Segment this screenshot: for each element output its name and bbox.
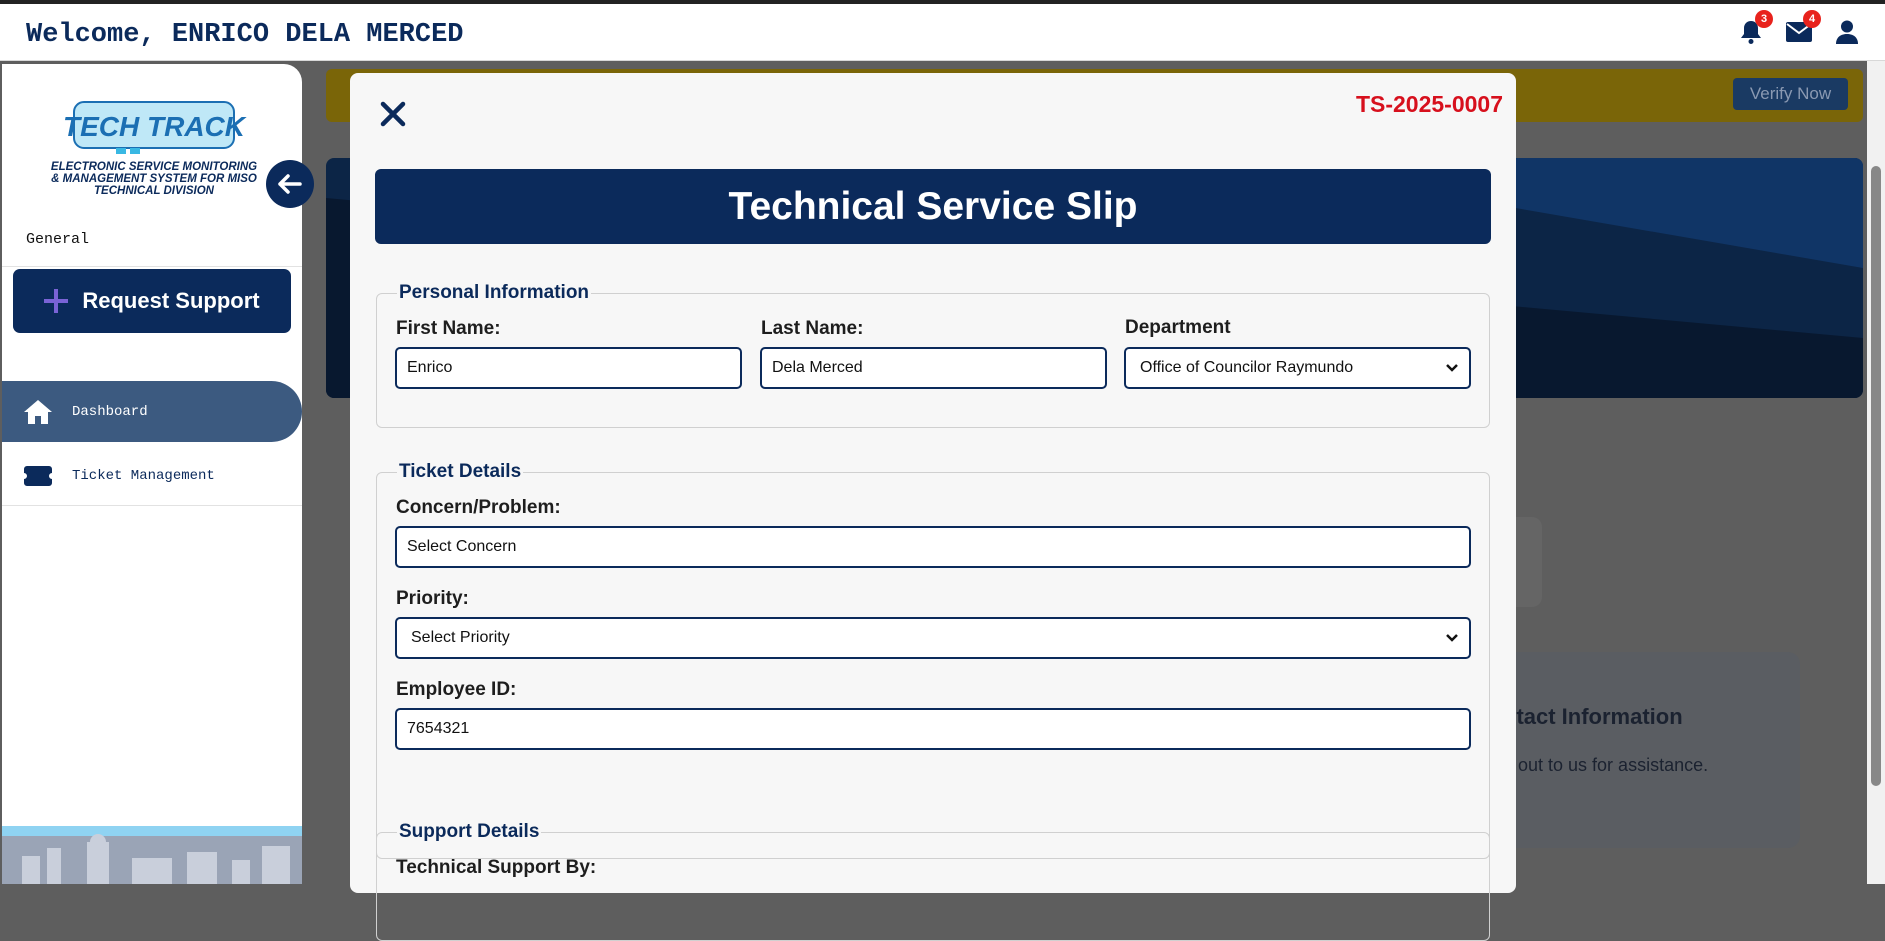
logo-title: TECH TRACK	[63, 111, 247, 142]
chevron-down-icon	[1446, 364, 1458, 372]
messages-badge: 4	[1803, 10, 1821, 28]
messages-button[interactable]: 4	[1785, 10, 1821, 46]
divider	[2, 505, 302, 506]
contact-text: out to us for assistance.	[1518, 755, 1709, 775]
service-slip-modal: TS-2025-0007 Technical Service Slip Pers…	[350, 73, 1516, 941]
logo-subtitle-3: TECHNICAL DIVISION	[94, 185, 215, 197]
first-name-label: First Name:	[396, 318, 501, 339]
request-support-button[interactable]: Request Support	[13, 269, 291, 333]
section-legend: Ticket Details	[399, 461, 522, 482]
close-button[interactable]	[380, 101, 410, 131]
sidebar-item-ticket-management[interactable]: Ticket Management	[2, 445, 302, 506]
welcome-text: Welcome, ENRICO DELA MERCED	[26, 20, 464, 50]
last-name-label: Last Name:	[761, 318, 864, 339]
request-support-label: Request Support	[82, 288, 260, 313]
ticket-icon	[24, 465, 52, 486]
first-name-field[interactable]: Enrico	[395, 347, 742, 389]
logo-subtitle-2: & MANAGEMENT SYSTEM FOR MISO	[51, 173, 257, 185]
close-icon	[380, 101, 406, 127]
support-details-section: Support Details	[376, 821, 1490, 941]
tech-track-logo: TECH TRACK ELECTRONIC SERVICE MONITORING…	[51, 101, 257, 197]
priority-label: Priority:	[396, 588, 469, 609]
home-icon	[24, 399, 52, 424]
chevron-down-icon	[1446, 634, 1458, 642]
department-select[interactable]: Office of Councilor Raymundo	[1124, 347, 1471, 389]
employee-id-label: Employee ID:	[396, 679, 517, 700]
priority-value: Select Priority	[411, 629, 510, 646]
ticket-details-section: Ticket Details	[376, 461, 1490, 859]
ticket-number: TS-2025-0007	[1355, 91, 1503, 117]
modal-title: Technical Service Slip	[375, 169, 1491, 244]
notifications-button[interactable]: 3	[1737, 10, 1773, 46]
profile-button[interactable]	[1833, 18, 1861, 46]
divider	[2, 266, 302, 267]
sidebar-item-label: Ticket Management	[72, 467, 215, 484]
top-icons: 3 4	[1737, 10, 1861, 46]
section-legend: Personal Information	[399, 282, 590, 303]
notifications-badge: 3	[1755, 10, 1773, 28]
sidebar-item-dashboard[interactable]: Dashboard	[2, 381, 302, 442]
top-bar: Welcome, ENRICO DELA MERCED 3 4	[0, 0, 1885, 61]
sidebar: TECH TRACK ELECTRONIC SERVICE MONITORING…	[2, 64, 302, 884]
verify-now-button[interactable]: Verify Now	[1733, 78, 1848, 110]
plus-icon	[44, 289, 69, 313]
concern-field[interactable]: Select Concern	[395, 526, 1471, 568]
sidebar-item-label: Dashboard	[72, 403, 148, 420]
section-label-general: General	[26, 231, 90, 248]
scrollbar-thumb[interactable]	[1871, 166, 1881, 786]
collapse-sidebar-button[interactable]	[266, 160, 314, 208]
department-value: Office of Councilor Raymundo	[1140, 359, 1354, 376]
arrow-left-icon	[278, 174, 302, 194]
logo-subtitle-1: ELECTRONIC SERVICE MONITORING	[51, 161, 257, 173]
contact-title: ntact Information	[1503, 704, 1683, 729]
employee-id-field[interactable]: 7654321	[395, 708, 1471, 750]
technical-support-label: Technical Support By:	[396, 857, 597, 878]
department-label: Department	[1125, 317, 1231, 338]
city-skyline-decoration	[2, 826, 302, 884]
contact-card	[1480, 652, 1800, 848]
concern-label: Concern/Problem:	[396, 497, 561, 518]
last-name-field[interactable]: Dela Merced	[760, 347, 1107, 389]
section-legend: Support Details	[399, 821, 540, 842]
priority-select[interactable]: Select Priority	[395, 617, 1471, 659]
user-icon	[1836, 20, 1858, 44]
page-scrollbar[interactable]	[1867, 61, 1885, 884]
